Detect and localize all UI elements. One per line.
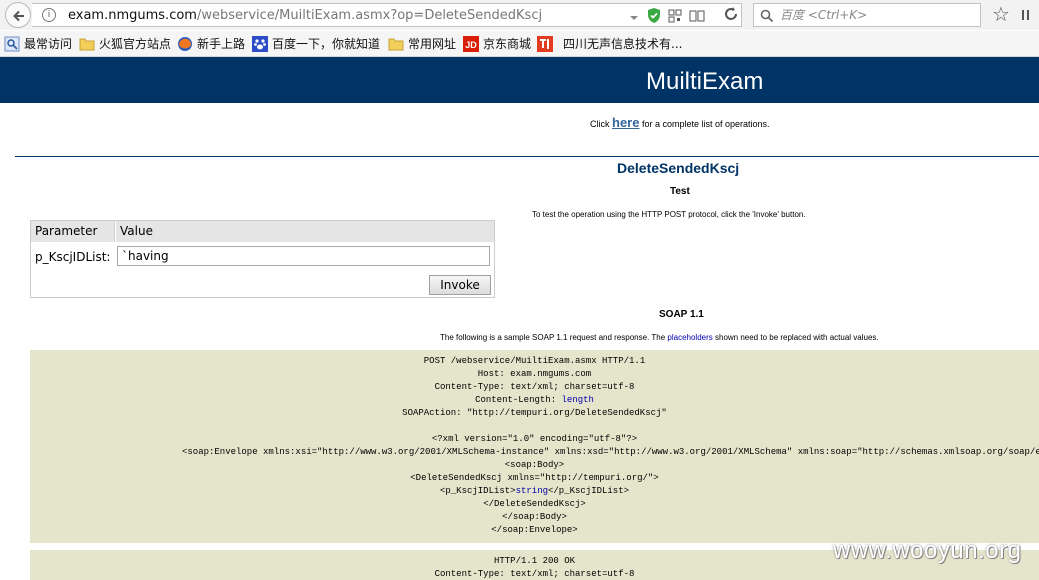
placeholders-link[interactable]: placeholders (667, 333, 712, 342)
code-line: Content-Type: text/xml; charset=utf-8 (434, 382, 635, 392)
folder-icon (79, 36, 95, 52)
reload-button[interactable] (722, 5, 742, 25)
parameter-table: Parameter Value p_KscjIDList: `having In… (30, 220, 495, 298)
bookmark-getting-started[interactable]: 新手上路 (177, 35, 249, 53)
code-line: Host: exam.nmgums.com (477, 369, 592, 379)
dropdown-arrow-icon[interactable] (628, 9, 640, 28)
parameter-name: p_KscjIDList: (35, 250, 111, 264)
watermark: www.wooyun.org (833, 537, 1022, 564)
operations-hint: Click here for a complete list of operat… (590, 115, 770, 130)
sichuan-wusheng-icon (537, 36, 553, 52)
column-header-value: Value (116, 221, 494, 242)
back-arrow-icon (13, 10, 24, 22)
site-info-icon[interactable]: i (42, 8, 56, 22)
code-line: Content-Length: length (475, 395, 594, 405)
placeholder-length: length (561, 395, 594, 405)
here-link[interactable]: here (612, 115, 639, 130)
svg-text:JD: JD (465, 40, 477, 50)
baidu-paw-icon (252, 36, 268, 52)
bookmark-baidu[interactable]: 百度一下，你就知道 (252, 35, 384, 53)
search-bar[interactable]: 百度 <Ctrl+K> (753, 3, 981, 27)
page-title: MuiltiExam (646, 68, 764, 95)
shield-check-icon[interactable] (646, 7, 662, 28)
bookmark-star-icon (4, 36, 20, 52)
column-header-parameter: Parameter (31, 221, 115, 242)
reload-icon (725, 7, 737, 20)
soap-request-sample: POST /webservice/MuiltiExam.asmx HTTP/1.… (30, 350, 1039, 543)
code-line: POST /webservice/MuiltiExam.asmx HTTP/1.… (423, 356, 646, 366)
code-line: SOAPAction: "http://tempuri.org/DeleteSe… (402, 408, 667, 418)
placeholder-string: string (515, 486, 548, 496)
search-placeholder: 百度 <Ctrl+K> (780, 8, 868, 22)
folder-icon (388, 36, 404, 52)
code-line: <soap:Body> (504, 460, 565, 470)
code-line: <?xml version="1.0" encoding="utf-8"?> (431, 434, 638, 444)
soap-heading: SOAP 1.1 (659, 309, 704, 320)
firefox-icon (177, 36, 193, 52)
bookmark-sichuan-wusheng[interactable]: 四川无声信息技术有... (537, 35, 687, 53)
bookmark-firefox-official[interactable]: 火狐官方站点 (79, 35, 175, 53)
reader-view-icon[interactable] (689, 8, 705, 27)
browser-toolbar: i exam.nmgums.com/webservice/MuiltiExam.… (0, 0, 1039, 30)
bookmark-most-visited[interactable]: 最常访问 (4, 35, 78, 53)
toolbar-overflow-icon[interactable] (1020, 6, 1039, 24)
code-line: <p_KscjIDList>string</p_KscjIDList> (439, 486, 630, 496)
code-line: <soap:Envelope xmlns:xsi="http://www.w3.… (182, 447, 1039, 457)
jd-icon: JD (463, 36, 479, 52)
qr-code-icon[interactable] (668, 8, 682, 27)
code-line: Content-Type: text/xml; charset=utf-8 (434, 569, 635, 579)
code-line: </soap:Body> (502, 512, 567, 522)
back-button[interactable] (5, 2, 31, 28)
test-heading: Test (670, 186, 690, 197)
soap-description: The following is a sample SOAP 1.1 reque… (440, 333, 879, 342)
parameter-value-input[interactable]: `having (117, 246, 490, 266)
operation-title: DeleteSendedKscj (617, 160, 740, 176)
bookmarks-bar: 最常访问 火狐官方站点 新手上路 百度一下，你就知道 常用网址 JD 京东商城 … (0, 31, 1039, 57)
bookmark-star-button[interactable]: ☆ (992, 4, 1010, 24)
code-line: </DeleteSendedKscj> (483, 499, 586, 509)
bookmark-jd[interactable]: JD 京东商城 (463, 35, 535, 53)
code-line: <DeleteSendedKscj xmlns="http://tempuri.… (410, 473, 659, 483)
search-icon (760, 8, 774, 27)
address-bar[interactable]: i exam.nmgums.com/webservice/MuiltiExam.… (32, 3, 742, 27)
test-description: To test the operation using the HTTP POS… (532, 210, 806, 219)
page-header: MuiltiExam (0, 57, 1039, 103)
url-text[interactable]: exam.nmgums.com/webservice/MuiltiExam.as… (68, 7, 542, 24)
code-line: </soap:Envelope> (491, 525, 578, 535)
invoke-button[interactable]: Invoke (429, 275, 491, 295)
bookmark-common-sites[interactable]: 常用网址 (388, 35, 458, 53)
divider (15, 156, 1039, 157)
